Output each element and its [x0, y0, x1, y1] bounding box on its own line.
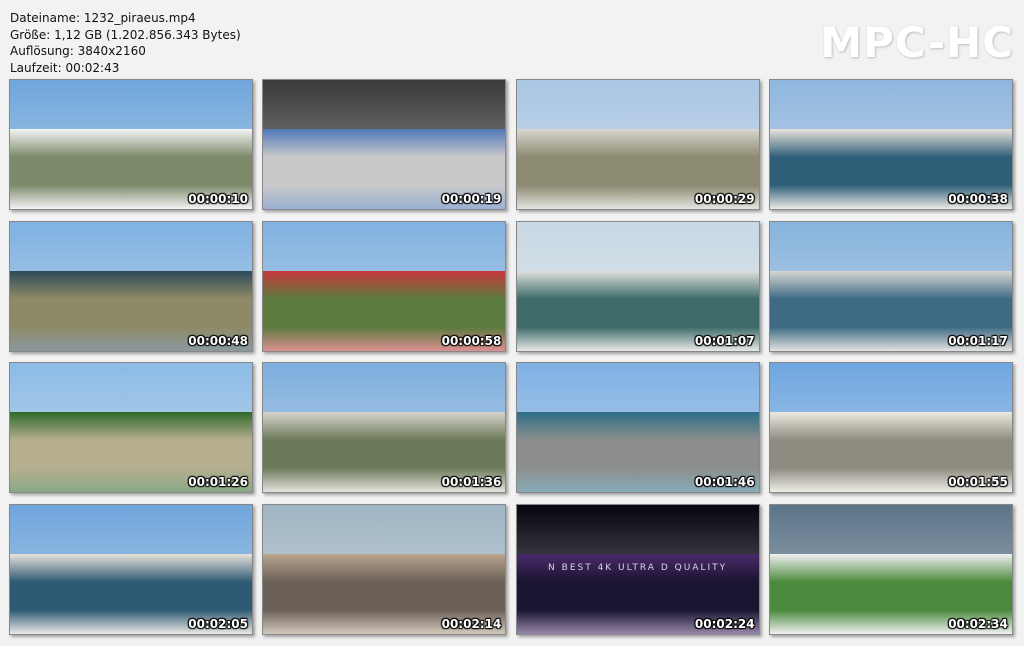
- thumbnail-image: [10, 80, 252, 209]
- mpc-hc-logo: MPC-HC: [820, 18, 1014, 67]
- thumbnail-image: [516, 221, 759, 351]
- sky-area: [263, 80, 506, 130]
- thumbnail: 00:02:14: [262, 503, 507, 635]
- sky-area: [10, 80, 252, 130]
- sky-area: [263, 363, 506, 413]
- thumbnail: N BEST 4K ULTRA D QUALITY 00:02:24: [515, 503, 760, 635]
- thumbnail: 00:00:48: [9, 220, 253, 352]
- timestamp: 00:02:34: [948, 616, 1008, 631]
- timestamp: 00:01:55: [948, 475, 1008, 489]
- thumbnail-image: [263, 221, 506, 351]
- thumbnail: 00:01:55: [768, 362, 1013, 493]
- file-duration: Laufzeit: 00:02:43: [10, 60, 120, 75]
- thumbnail-image: [769, 80, 1012, 209]
- timestamp: 00:02:05: [188, 616, 248, 631]
- sky-area: [769, 80, 1012, 130]
- thumbnail: 00:00:38: [768, 79, 1013, 210]
- timestamp: 00:00:19: [441, 192, 502, 206]
- thumbnail-image: [769, 504, 1012, 634]
- timestamp: 00:00:38: [948, 192, 1008, 206]
- timestamp: 00:01:17: [948, 333, 1008, 348]
- thumbnail-image: [263, 80, 506, 209]
- sky-area: [516, 504, 759, 554]
- thumbnail-image: [10, 504, 252, 634]
- timestamp: 00:00:29: [694, 192, 755, 206]
- thumbnail-image: [769, 363, 1012, 492]
- file-info: Dateiname: 1232_piraeus.mp4 Größe: 1,12 …: [10, 10, 241, 76]
- sky-area: [10, 363, 252, 413]
- thumbnail: 00:00:10: [9, 79, 253, 210]
- thumbnail-image: [10, 363, 252, 492]
- thumbnail-image: [10, 221, 252, 351]
- sky-area: [516, 363, 759, 413]
- thumbnail: 00:01:36: [262, 362, 507, 493]
- thumbnail: 00:01:07: [515, 220, 760, 352]
- sky-area: [263, 504, 506, 554]
- file-name: Dateiname: 1232_piraeus.mp4: [10, 11, 196, 25]
- overlay-caption: N BEST 4K ULTRA D QUALITY: [548, 562, 728, 573]
- sky-area: [10, 504, 252, 554]
- timestamp: 00:01:36: [441, 475, 502, 489]
- thumbnail: 00:01:26: [9, 362, 253, 493]
- sky-area: [263, 221, 506, 271]
- timestamp: 00:00:10: [188, 192, 248, 206]
- thumbnail-grid: 00:00:10 00:00:19 00:00:29 00:00:38 00:00:48…: [9, 79, 1013, 635]
- sky-area: [10, 221, 252, 271]
- timestamp: 00:00:58: [441, 333, 502, 348]
- sky-area: [516, 221, 759, 271]
- sky-area: [769, 363, 1012, 413]
- thumbnail: 00:02:05: [9, 503, 253, 635]
- sky-area: [769, 221, 1012, 271]
- file-size: Größe: 1,12 GB (1.202.856.343 Bytes): [10, 27, 241, 42]
- thumbnail-image: [516, 363, 759, 492]
- timestamp: 00:00:48: [188, 333, 248, 348]
- sky-area: [516, 80, 759, 130]
- timestamp: 00:02:24: [694, 616, 755, 631]
- thumbnail-image: [769, 221, 1012, 351]
- thumbnail: 00:02:34: [768, 503, 1013, 635]
- thumbnail: 00:01:46: [515, 362, 760, 493]
- sky-area: [769, 504, 1012, 554]
- file-resolution: Auflösung: 3840x2160: [10, 44, 146, 58]
- thumbnail: 00:00:58: [262, 220, 507, 352]
- thumbnail-image: [263, 504, 506, 634]
- thumbnail: 00:00:29: [515, 79, 760, 210]
- thumbnail-image: [263, 363, 506, 492]
- thumbnail: 00:01:17: [768, 220, 1013, 352]
- timestamp: 00:01:26: [188, 475, 248, 489]
- timestamp: 00:02:14: [441, 616, 502, 631]
- thumbnail: 00:00:19: [262, 79, 507, 210]
- timestamp: 00:01:07: [694, 333, 755, 348]
- timestamp: 00:01:46: [694, 475, 755, 489]
- thumbnail-image: [516, 80, 759, 209]
